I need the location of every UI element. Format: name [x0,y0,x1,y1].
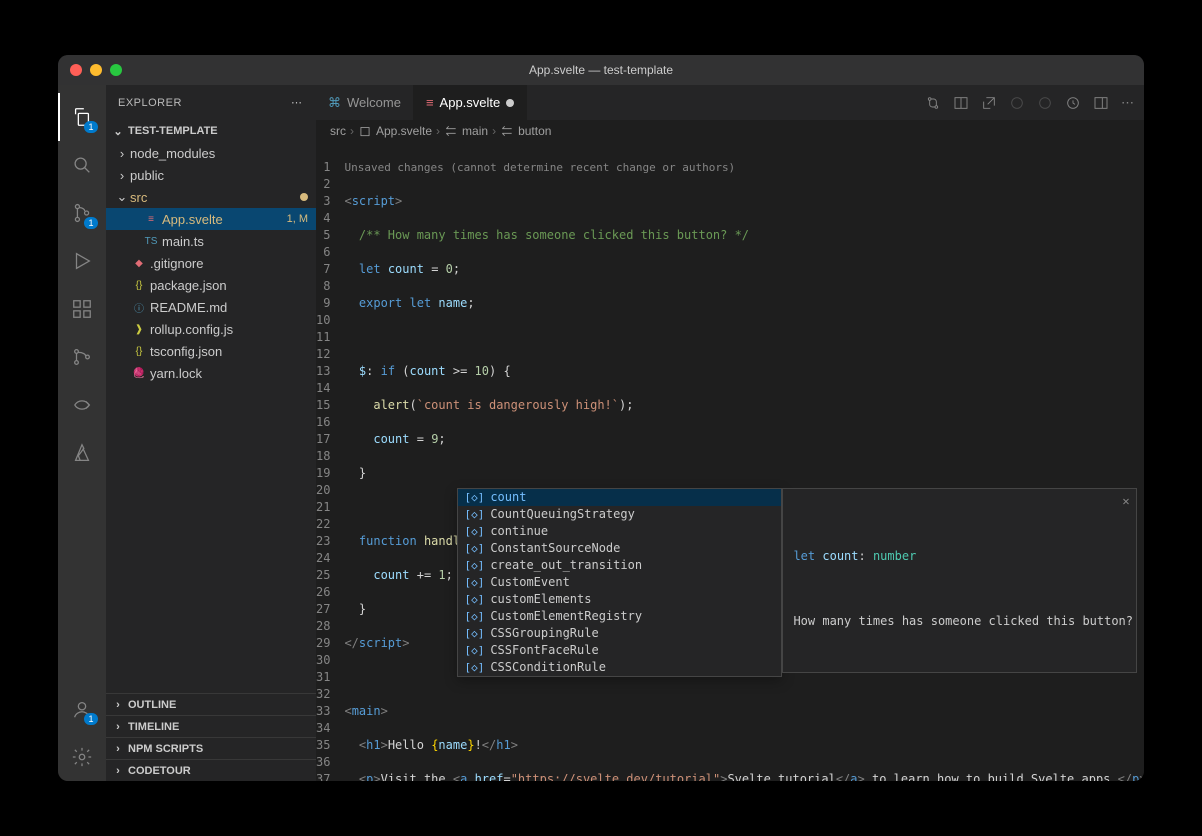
window-minimize[interactable] [90,64,102,76]
folder-public[interactable]: ›public [106,164,316,186]
activity-bar: 1 1 [58,85,106,781]
run-debug-icon[interactable] [58,237,106,285]
doc-popup: ✕ let count: number How many times has s… [782,488,1136,673]
file-README.md[interactable]: ⓘREADME.md [106,296,316,318]
suggest-item[interactable]: [◇]CSSFontFaceRule [458,642,781,659]
toolbar-icon-3[interactable] [1065,95,1081,111]
breadcrumbs[interactable]: src› App.svelte› main› button [316,120,1144,142]
source-control-icon[interactable]: 1 [58,189,106,237]
file-main.ts[interactable]: TSmain.ts [106,230,316,252]
file-rollup.config.js[interactable]: ❱rollup.config.js [106,318,316,340]
tab-bar: ⌘Welcome≡App.svelte ⋯ [316,85,1144,120]
suggest-item[interactable]: [◇]CSSGroupingRule [458,625,781,642]
window-close[interactable] [70,64,82,76]
suggest-item[interactable]: [◇]CSSConditionRule [458,659,781,676]
compare-changes-icon[interactable] [925,95,941,111]
scm-badge: 1 [84,217,98,229]
file-yarn.lock[interactable]: 🧶yarn.lock [106,362,316,384]
file-tree: ›node_modules›public⌄src≡App.svelte1, MT… [106,142,316,384]
azure-icon[interactable] [58,429,106,477]
suggest-item[interactable]: [◇]CustomEvent [458,574,781,591]
folder-node_modules[interactable]: ›node_modules [106,142,316,164]
git-graph-icon[interactable] [58,333,106,381]
window-title: App.svelte — test-template [529,63,673,77]
search-icon[interactable] [58,141,106,189]
suggest-item[interactable]: [◇]create_out_transition [458,557,781,574]
suggest-item[interactable]: [◇]continue [458,523,781,540]
suggest-item[interactable]: [◇]CustomElementRegistry [458,608,781,625]
open-preview-icon[interactable] [981,95,997,111]
file-.gitignore[interactable]: ◆.gitignore [106,252,316,274]
close-icon[interactable]: ✕ [1122,493,1129,510]
file-tsconfig.json[interactable]: {}tsconfig.json [106,340,316,362]
code-editor[interactable]: 1234567891011121314151617181920212223242… [316,142,1144,781]
section-codetour[interactable]: ›CODETOUR [106,759,316,781]
suggest-item[interactable]: [◇]CountQueuingStrategy [458,506,781,523]
titlebar: App.svelte — test-template [58,55,1144,85]
intellisense-popup[interactable]: [◇]count[◇]CountQueuingStrategy[◇]contin… [457,488,782,677]
section-outline[interactable]: ›OUTLINE [106,693,316,715]
codelens-banner[interactable]: Unsaved changes (cannot determine recent… [344,159,1144,176]
file-App.svelte[interactable]: ≡App.svelte1, M [106,208,316,230]
toolbar-icon-1[interactable] [1009,95,1025,111]
sidebar-title: EXPLORER [118,97,182,109]
section-timeline[interactable]: ›TIMELINE [106,715,316,737]
tab-app.svelte[interactable]: ≡App.svelte [414,85,527,120]
line-gutter: 1234567891011121314151617181920212223242… [316,142,344,781]
chevron-down-icon: ⌄ [110,125,126,138]
project-header[interactable]: ⌄ TEST-TEMPLATE [106,120,316,142]
suggest-item[interactable]: [◇]customElements [458,591,781,608]
toolbar-icon-2[interactable] [1037,95,1053,111]
tab-welcome[interactable]: ⌘Welcome [316,85,414,120]
suggest-item[interactable]: [◇]ConstantSourceNode [458,540,781,557]
live-share-icon[interactable] [58,381,106,429]
sidebar: EXPLORER ⋯ ⌄ TEST-TEMPLATE ›node_modules… [106,85,316,781]
more-actions-icon[interactable]: ⋯ [1121,95,1134,111]
settings-gear-icon[interactable] [58,733,106,781]
sidebar-more-icon[interactable]: ⋯ [291,96,304,109]
explorer-badge: 1 [84,121,98,133]
section-npm scripts[interactable]: ›NPM SCRIPTS [106,737,316,759]
file-package.json[interactable]: {}package.json [106,274,316,296]
extensions-icon[interactable] [58,285,106,333]
accounts-icon[interactable]: 1 [58,685,106,733]
split-right-icon[interactable] [1093,95,1109,111]
explorer-icon[interactable]: 1 [58,93,106,141]
window-zoom[interactable] [110,64,122,76]
folder-src[interactable]: ⌄src [106,186,316,208]
split-editor-icon[interactable] [953,95,969,111]
accounts-badge: 1 [84,713,98,725]
suggest-item[interactable]: [◇]count [458,489,781,506]
